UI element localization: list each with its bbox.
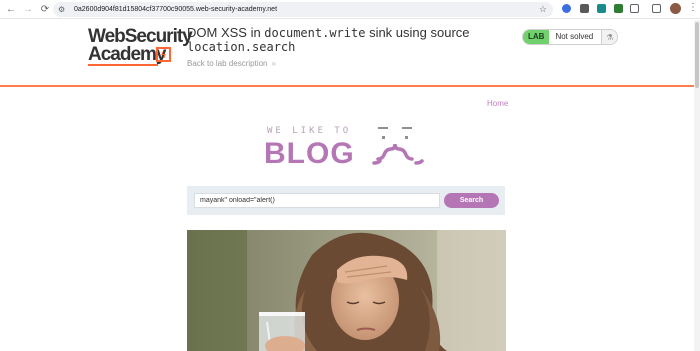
blog-brand: BLOG bbox=[264, 137, 355, 170]
search-button[interactable]: Search bbox=[444, 193, 499, 208]
page-scrollbar[interactable] bbox=[694, 20, 700, 351]
forward-arrow-icon[interactable]: → bbox=[21, 2, 35, 16]
lab-status-badge: LAB bbox=[523, 30, 550, 44]
browser-menu-icon[interactable]: ⋮ bbox=[688, 2, 698, 13]
url-text[interactable]: 0a2600d904f81d15804cf37700c90055.web-sec… bbox=[74, 6, 277, 13]
profile-avatar[interactable] bbox=[670, 3, 681, 14]
lab-title-prefix: DOM XSS in bbox=[187, 25, 265, 40]
double-chevron-icon: » bbox=[271, 59, 276, 68]
home-link[interactable]: Home bbox=[487, 99, 508, 108]
bracket-face-icon bbox=[372, 127, 424, 165]
address-bar[interactable]: ⚙ 0a2600d904f81d15804cf37700c90055.web-s… bbox=[53, 2, 553, 17]
reload-icon[interactable]: ⟳ bbox=[38, 2, 52, 16]
back-to-lab-description-link[interactable]: Back to lab description» bbox=[187, 59, 276, 68]
woman-headache-photo bbox=[187, 230, 506, 351]
tab-search-icon[interactable] bbox=[652, 4, 661, 13]
lab-title: DOM XSS in document.write sink using sou… bbox=[187, 25, 507, 55]
logo-underline bbox=[88, 64, 158, 66]
bookmark-star-icon[interactable]: ☆ bbox=[539, 4, 547, 15]
blog-post-image[interactable] bbox=[187, 230, 506, 351]
extensions-puzzle-icon[interactable] bbox=[630, 4, 639, 13]
header-divider bbox=[0, 85, 700, 87]
logo-line1: WebSecurity bbox=[88, 26, 193, 47]
back-link-label: Back to lab description bbox=[187, 59, 268, 68]
blog-tagline: WE LIKE TO bbox=[267, 126, 352, 136]
extension-icon[interactable] bbox=[562, 4, 571, 13]
extension-icon[interactable] bbox=[597, 4, 606, 13]
lab-status-text: Not solved bbox=[549, 30, 602, 44]
flask-icon: ⚗ bbox=[601, 30, 618, 44]
scrollbar-thumb[interactable] bbox=[695, 22, 699, 88]
lab-header: WebSecurity Academy ϟ DOM XSS in documen… bbox=[0, 20, 700, 85]
extension-icon[interactable] bbox=[580, 4, 589, 13]
search-input[interactable] bbox=[194, 193, 440, 208]
back-arrow-icon[interactable]: ← bbox=[4, 2, 18, 16]
browser-toolbar: ← → ⟳ ⚙ 0a2600d904f81d15804cf37700c90055… bbox=[0, 0, 700, 19]
site-info-icon[interactable]: ⚙ bbox=[58, 5, 68, 14]
web-security-academy-logo[interactable]: WebSecurity Academy ϟ bbox=[88, 26, 193, 73]
extension-icon[interactable] bbox=[614, 4, 623, 13]
logo-lightning-icon: ϟ bbox=[156, 47, 171, 62]
lab-title-middle: sink using source bbox=[365, 25, 470, 40]
search-panel: Search bbox=[187, 186, 505, 215]
lab-title-code-sink: document.write bbox=[264, 26, 366, 40]
lab-title-code-source: location.search bbox=[187, 40, 296, 54]
blog-logo: WE LIKE TO BLOG bbox=[264, 125, 434, 173]
lab-status-widget: LAB Not solved ⚗ bbox=[522, 29, 619, 45]
